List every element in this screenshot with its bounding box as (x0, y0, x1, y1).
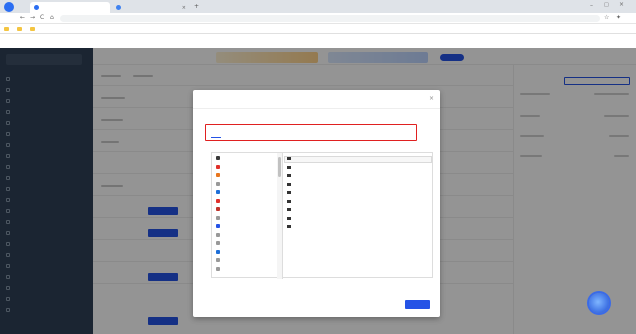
new-tab-button[interactable]: + (194, 3, 199, 10)
platform-logo-icon (216, 258, 220, 262)
selected-platform-item[interactable] (287, 174, 293, 177)
page-background (0, 34, 636, 48)
platform-list-item[interactable] (216, 232, 222, 237)
browser-tab-1[interactable] (30, 2, 110, 13)
browser-avatar-icon[interactable] (4, 2, 14, 12)
platform-list-item[interactable] (216, 266, 222, 271)
platform-list-item[interactable] (216, 241, 222, 245)
platform-logo-icon (216, 173, 220, 177)
bookmarks-bar (0, 24, 636, 34)
platform-category-tabs (205, 124, 417, 141)
extension-icon[interactable]: ✦ (616, 14, 621, 21)
divider (282, 153, 283, 279)
folder-icon (17, 26, 22, 31)
bookmark-star-icon[interactable]: ☆ (604, 14, 609, 21)
bookmark-item[interactable] (4, 26, 11, 31)
platform-logo-icon (216, 198, 220, 203)
close-icon[interactable]: × (429, 95, 434, 102)
browser-tab-bar: × + – □ × (0, 0, 636, 13)
platform-list-item[interactable] (216, 249, 222, 254)
folder-icon (287, 208, 291, 211)
browser-tab-2[interactable]: × (112, 2, 190, 13)
platform-logo-icon (216, 164, 220, 169)
folder-icon (287, 199, 291, 203)
platform-list-item[interactable] (216, 215, 222, 220)
bookmark-item[interactable] (17, 26, 24, 31)
folder-icon (287, 157, 291, 160)
platform-logo-icon (216, 249, 220, 254)
platform-logo-icon (216, 207, 220, 211)
reload-icon[interactable]: C (40, 14, 44, 21)
folder-icon (287, 182, 291, 186)
selected-platform-item[interactable] (287, 225, 293, 228)
selected-platform-item[interactable] (287, 191, 293, 194)
platform-list-item[interactable] (216, 258, 222, 262)
selected-row-highlight (284, 156, 432, 163)
platform-logo-icon (216, 241, 220, 245)
platform-logo-icon (216, 190, 220, 194)
forward-icon[interactable]: → (30, 14, 35, 21)
divider (193, 108, 440, 109)
platform-logo-icon (216, 224, 220, 228)
platform-list-item[interactable] (216, 224, 222, 228)
tab-favicon-icon (116, 5, 121, 10)
selected-platform-item[interactable] (287, 182, 293, 186)
minimize-window-icon[interactable]: – (590, 2, 593, 9)
folder-icon (30, 26, 35, 31)
selected-platform-item[interactable] (287, 157, 293, 160)
platform-list-item[interactable] (216, 156, 222, 160)
folder-icon (287, 191, 291, 194)
url-input[interactable] (60, 15, 600, 22)
folder-icon (287, 165, 291, 169)
close-tab-icon[interactable]: × (182, 5, 186, 11)
floating-assistant-icon[interactable] (589, 293, 609, 313)
platform-list-item[interactable] (216, 190, 222, 194)
selected-platform-item[interactable] (287, 216, 293, 220)
home-icon[interactable]: ⌂ (50, 14, 54, 21)
platform-list-item[interactable] (216, 198, 222, 203)
back-icon[interactable]: ← (20, 14, 25, 21)
selected-platform-item[interactable] (287, 199, 293, 203)
platform-list-item[interactable] (216, 164, 222, 169)
folder-icon (287, 174, 291, 177)
platform-logo-icon (216, 215, 220, 220)
folder-icon (287, 225, 291, 228)
maximize-window-icon[interactable]: □ (604, 2, 609, 8)
tab-favicon-icon (34, 5, 39, 10)
active-tab-underline (211, 137, 221, 138)
platform-logo-icon (216, 232, 220, 237)
scrollbar-thumb[interactable] (278, 157, 281, 177)
platform-list-item[interactable] (216, 181, 222, 186)
platform-transfer-list (211, 152, 433, 279)
bookmark-item[interactable] (30, 26, 37, 31)
close-window-icon[interactable]: × (619, 1, 624, 8)
selected-platform-item[interactable] (287, 208, 293, 211)
platform-logo-icon (216, 266, 220, 271)
select-platform-dialog: × (193, 90, 440, 317)
platform-logo-icon (216, 181, 220, 186)
selected-platform-item[interactable] (287, 165, 293, 169)
platform-list-item[interactable] (216, 207, 222, 211)
platform-list-item[interactable] (216, 173, 222, 177)
address-bar-row: ← → C ⌂ ☆ ✦ (0, 13, 636, 24)
confirm-button[interactable] (405, 300, 430, 309)
folder-icon (4, 26, 9, 31)
folder-icon (287, 216, 291, 220)
platform-logo-icon (216, 156, 220, 160)
